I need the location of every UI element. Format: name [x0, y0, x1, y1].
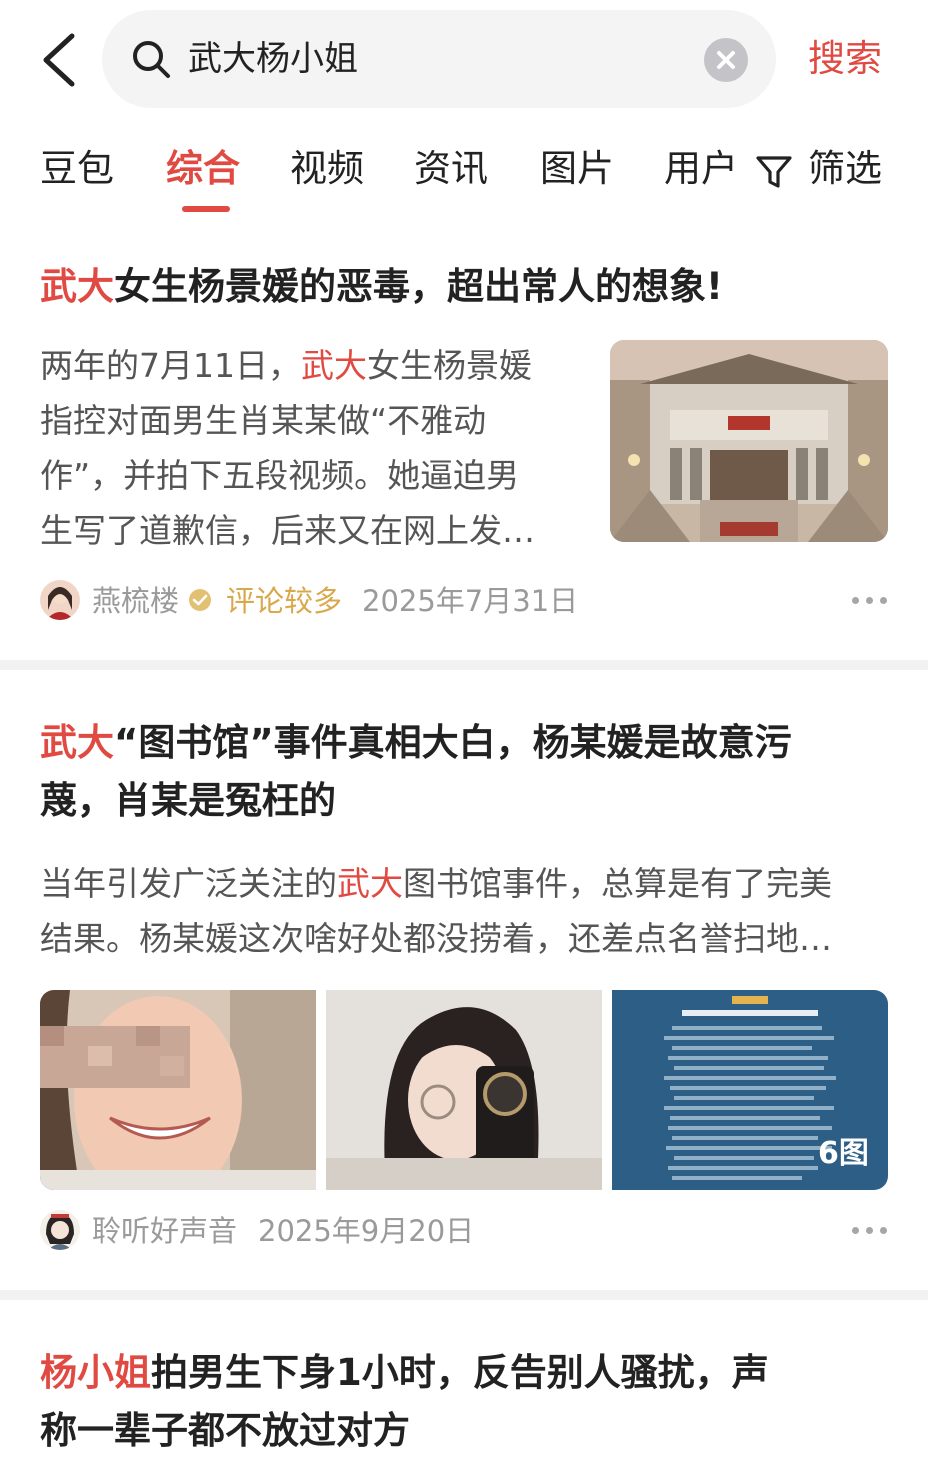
- photo-face-blurred: [40, 990, 316, 1190]
- tab-news[interactable]: 资讯: [414, 144, 488, 194]
- comment-badge: 评论较多: [226, 584, 343, 618]
- result-image-1[interactable]: [40, 990, 316, 1190]
- verified-badge-icon: [189, 589, 211, 611]
- result-meta: 燕梳楼 评论较多 2025年7月31日: [40, 576, 888, 626]
- publish-date: 2025年7月31日: [362, 584, 579, 618]
- back-arrow-icon[interactable]: [38, 30, 82, 90]
- tab-doubao[interactable]: 豆包: [40, 144, 114, 194]
- result-image-3[interactable]: 6图: [612, 990, 888, 1190]
- author-name[interactable]: 聆听好声音: [92, 1206, 237, 1256]
- avatar[interactable]: [40, 580, 80, 620]
- tab-video[interactable]: 视频: [290, 144, 364, 194]
- more-options-icon[interactable]: [852, 1227, 888, 1237]
- result-thumbnail[interactable]: [610, 340, 888, 542]
- search-query[interactable]: 武大杨小姐: [188, 36, 358, 82]
- avatar[interactable]: [40, 1210, 80, 1250]
- card-divider: [0, 1290, 928, 1300]
- tab-all[interactable]: 综合: [166, 144, 240, 194]
- close-icon: [717, 51, 735, 69]
- card-divider: [0, 660, 928, 670]
- active-tab-indicator: [182, 206, 230, 212]
- image-count-badge: 6图: [818, 1136, 869, 1171]
- result-title[interactable]: 杨小姐拍男生下身1小时，反告别人骚扰，声 称一辈子都不放过对方: [40, 1344, 900, 1460]
- clear-search-button[interactable]: [704, 38, 748, 82]
- filter-button[interactable]: 筛选: [748, 144, 882, 198]
- search-input[interactable]: 武大杨小姐: [102, 10, 776, 108]
- result-title[interactable]: 武大“图书馆”事件真相大白，杨某媛是故意污 蔑，肖某是冤枉的: [40, 714, 900, 830]
- tab-users[interactable]: 用户: [664, 144, 744, 204]
- search-button[interactable]: 搜索: [808, 34, 882, 84]
- title-text: 女生杨景媛的恶毒，超出常人的想象!: [114, 265, 723, 308]
- tab-bar: 豆包 综合 视频 资讯 图片 用户 筛选: [0, 130, 928, 220]
- more-options-icon[interactable]: [852, 597, 888, 607]
- filter-label: 筛选: [808, 147, 882, 190]
- search-icon: [133, 41, 170, 78]
- library-building-image: [610, 340, 888, 542]
- search-header: 武大杨小姐 搜索: [0, 0, 928, 120]
- result-meta: 聆听好声音 2025年9月20日: [40, 1206, 888, 1256]
- result-abstract: 两年的7月11日，武大女生杨景媛 指控对面男生肖某某做“不雅动 作”，并拍下五段…: [40, 346, 535, 550]
- filter-icon: [756, 156, 792, 188]
- author-name[interactable]: 燕梳楼: [92, 576, 179, 626]
- publish-date: 2025年9月20日: [258, 1214, 475, 1248]
- title-highlight: 武大: [40, 265, 114, 308]
- tab-images[interactable]: 图片: [540, 144, 614, 194]
- result-image-2[interactable]: [326, 990, 602, 1190]
- result-title[interactable]: 武大女生杨景媛的恶毒，超出常人的想象!: [40, 258, 723, 316]
- result-abstract: 当年引发广泛关注的武大图书馆事件，总算是有了完美 结果。杨某媛这次啥好处都没捞着…: [40, 864, 832, 958]
- photo-mirror-selfie: [326, 990, 602, 1190]
- tab-users-label: 用户: [664, 147, 738, 190]
